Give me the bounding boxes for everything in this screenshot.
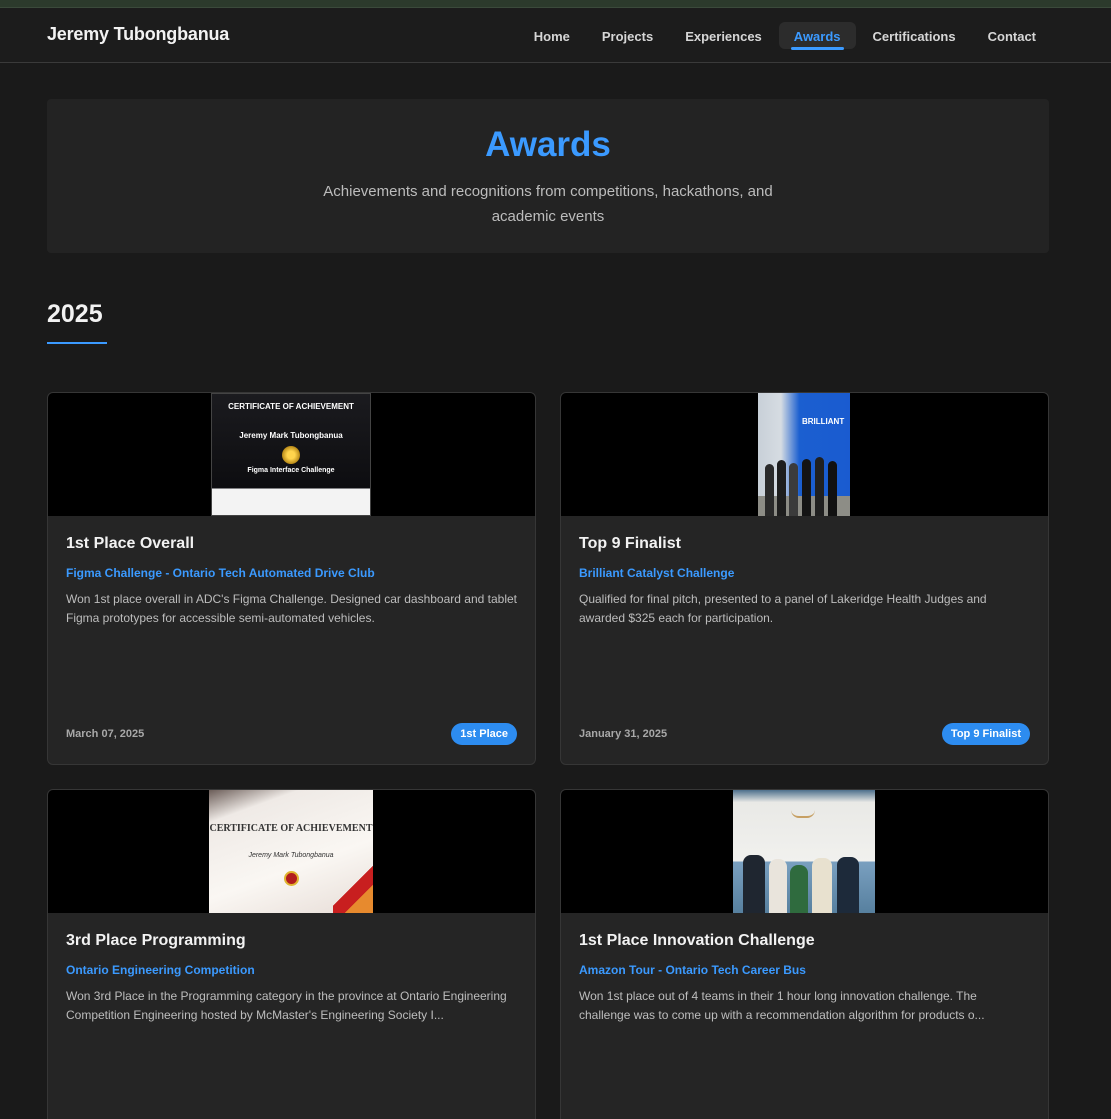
award-image: CERTIFICATE OF ACHIEVEMENT Jeremy Mark T…: [48, 790, 535, 913]
group-photo: BRILLIANT: [758, 393, 850, 516]
wall-sign: BRILLIANT: [802, 417, 845, 426]
person-figure: [812, 858, 832, 913]
browser-top-strip: [0, 0, 1111, 8]
award-title: Top 9 Finalist: [579, 535, 681, 552]
award-title: 1st Place Innovation Challenge: [579, 932, 815, 949]
seal-icon: [284, 871, 299, 886]
person-figure: [777, 460, 786, 516]
award-title: 1st Place Overall: [66, 535, 195, 552]
nav-links: Home Projects Experiences Awards Certifi…: [519, 22, 1051, 50]
nav-link-projects[interactable]: Projects: [587, 22, 668, 49]
person-figure: [765, 464, 774, 516]
award-description: Won 3rd Place in the Programming categor…: [66, 989, 507, 1022]
page-subtitle: Achievements and recognitions from compe…: [323, 183, 773, 225]
award-description: Won 1st place out of 4 teams in their 1 …: [579, 989, 985, 1022]
person-figure: [802, 459, 811, 516]
screen-logo: [791, 810, 815, 818]
award-title: 3rd Place Programming: [66, 932, 246, 949]
person-figure: [743, 855, 765, 913]
hero-banner: Awards Achievements and recognitions fro…: [47, 99, 1049, 253]
certificate-name: Jeremy Mark Tubongbanua: [239, 431, 343, 440]
award-badge: Top 9 Finalist: [941, 723, 1030, 745]
navbar: Jeremy Tubongbanua Home Projects Experie…: [0, 8, 1111, 63]
person-figure: [769, 859, 787, 913]
award-card[interactable]: BRILLIANT Top 9 Finalist Brilliant Catal…: [560, 392, 1049, 765]
award-organization[interactable]: Ontario Engineering Competition: [66, 963, 255, 977]
ribbon-decoration: [333, 858, 373, 913]
award-card[interactable]: CERTIFICATE OF ACHIEVEMENT Jeremy Mark T…: [47, 789, 536, 1119]
person-figure: [789, 463, 798, 516]
year-heading: 2025: [47, 300, 103, 328]
nav-link-certifications[interactable]: Certifications: [858, 22, 971, 49]
person-figure: [837, 857, 859, 913]
award-card[interactable]: 1st Place Innovation Challenge Amazon To…: [560, 789, 1049, 1119]
nav-link-experiences[interactable]: Experiences: [670, 22, 777, 49]
year-underline: [47, 342, 107, 344]
nav-link-home[interactable]: Home: [519, 22, 585, 49]
award-image: [561, 790, 1048, 913]
person-figure: [790, 865, 808, 913]
award-badge: 1st Place: [451, 723, 517, 745]
brand-name[interactable]: Jeremy Tubongbanua: [47, 24, 229, 45]
award-description: Won 1st place overall in ADC's Figma Cha…: [66, 592, 517, 625]
certificate-image: CERTIFICATE OF ACHIEVEMENT Jeremy Mark T…: [209, 790, 373, 913]
award-date: January 31, 2025: [579, 728, 668, 740]
award-organization[interactable]: Amazon Tour - Ontario Tech Career Bus: [579, 963, 806, 977]
certificate-heading: CERTIFICATE OF ACHIEVEMENT: [209, 823, 373, 834]
award-image: BRILLIANT: [561, 393, 1048, 516]
person-figure: [828, 461, 837, 516]
award-organization[interactable]: Brilliant Catalyst Challenge: [579, 566, 734, 580]
medal-icon: [282, 446, 300, 464]
award-organization[interactable]: Figma Challenge - Ontario Tech Automated…: [66, 566, 375, 580]
award-image: CERTIFICATE OF ACHIEVEMENT Jeremy Mark T…: [48, 393, 535, 516]
certificate-heading: CERTIFICATE OF ACHIEVEMENT: [228, 402, 354, 411]
group-photo: [733, 790, 875, 913]
award-description: Qualified for final pitch, presented to …: [579, 592, 987, 625]
nav-link-contact[interactable]: Contact: [973, 22, 1051, 49]
page-title: Awards: [485, 125, 611, 164]
award-date: March 07, 2025: [66, 728, 145, 740]
person-figure: [815, 457, 824, 516]
award-card[interactable]: CERTIFICATE OF ACHIEVEMENT Jeremy Mark T…: [47, 392, 536, 765]
certificate-subtitle: Figma Interface Challenge: [247, 467, 335, 474]
certificate-image: CERTIFICATE OF ACHIEVEMENT Jeremy Mark T…: [211, 393, 371, 516]
nav-link-awards[interactable]: Awards: [778, 22, 856, 50]
